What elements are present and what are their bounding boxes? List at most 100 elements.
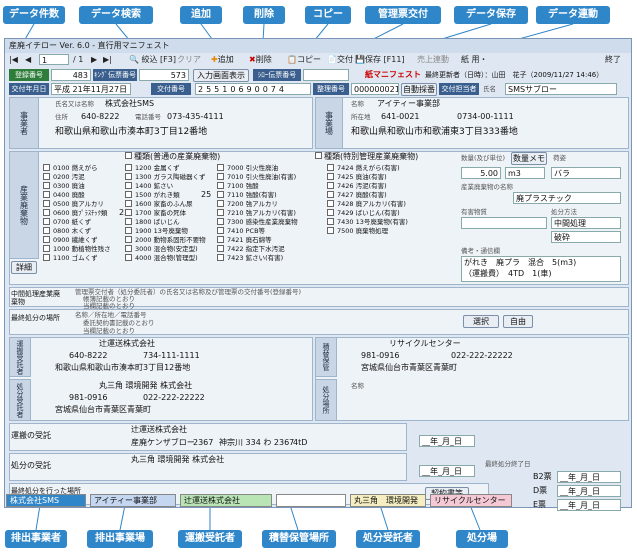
shiro-no[interactable]	[303, 69, 349, 81]
store-tel[interactable]: 022-222-22222	[451, 351, 513, 361]
waste-type-checkbox[interactable]	[327, 200, 334, 207]
d-date[interactable]: __年_月_日	[557, 485, 621, 497]
waste-type-checkbox[interactable]	[43, 254, 50, 261]
nav-next-icon[interactable]: ▶	[91, 53, 97, 67]
waste-type-checkbox[interactable]	[125, 173, 132, 180]
unit-field[interactable]: m3	[505, 167, 545, 179]
waste-type-checkbox[interactable]	[125, 236, 132, 243]
waste-type-checkbox[interactable]	[217, 191, 224, 198]
waste-type-checkbox[interactable]	[125, 164, 132, 171]
site-tel[interactable]: 0734-00-1111	[457, 112, 514, 122]
store-zip[interactable]: 981-0916	[361, 351, 400, 361]
method-field-2[interactable]: 破砕	[551, 231, 621, 243]
waste-type-checkbox[interactable]	[327, 182, 334, 189]
receipt-transport-line1[interactable]: 辻運送株式会社	[131, 425, 187, 435]
seiri-field[interactable]: 000000021	[351, 83, 399, 95]
waste-type-checkbox[interactable]	[217, 209, 224, 216]
waste-type-checkbox[interactable]	[43, 209, 50, 216]
issue-person-field[interactable]: SMSサブロー	[505, 83, 617, 95]
site-name[interactable]: アイティー事業部	[377, 99, 440, 109]
waste-type-checkbox[interactable]	[43, 191, 50, 198]
waste-type-checkbox[interactable]	[43, 200, 50, 207]
waste-type-checkbox[interactable]	[327, 164, 334, 171]
receipt-transport-date[interactable]: __年_月_日	[419, 435, 475, 447]
store-name[interactable]: リサイクルセンター	[389, 339, 461, 349]
receipt-transport-plate[interactable]: 神宗川 334 わ 2367	[219, 438, 294, 448]
nav-prev-icon[interactable]: ◀	[25, 53, 31, 67]
waste-type-checkbox[interactable]	[327, 209, 334, 216]
carrier-tel[interactable]: 734-111-1111	[143, 351, 200, 361]
waste-type-checkbox[interactable]	[217, 173, 224, 180]
form-field[interactable]: バラ	[551, 167, 621, 179]
page-number-input[interactable]: 1	[39, 54, 69, 65]
receipt-disposal-line1[interactable]: 丸三角 環境開発 株式会社	[131, 455, 224, 465]
disposal-address[interactable]: 宮城県仙台市青葉区青葉町	[55, 405, 151, 415]
waste-type-checkbox[interactable]	[43, 173, 50, 180]
waste-type-checkbox[interactable]	[327, 218, 334, 225]
input-screen-button[interactable]: 入力画面表示	[193, 69, 249, 82]
site-address[interactable]: 和歌山県和歌山市和歌浦東3丁目333番地	[351, 127, 518, 137]
waste-type-checkbox[interactable]	[327, 227, 334, 234]
king-no[interactable]: 573	[139, 69, 189, 81]
waste-type-checkbox[interactable]	[327, 173, 334, 180]
waste-type-checkbox[interactable]	[125, 191, 132, 198]
exit-button[interactable]: 終了	[605, 53, 621, 67]
waste-type-checkbox[interactable]	[125, 182, 132, 189]
waste-type-checkbox[interactable]	[43, 227, 50, 234]
carrier-zip[interactable]: 640-8222	[69, 351, 108, 361]
final-opt2[interactable]: 当欄記載のとおり	[83, 326, 135, 336]
waste-type-checkbox[interactable]	[217, 254, 224, 261]
nav-first-icon[interactable]: |◀	[9, 53, 18, 67]
receipt-transport-driver[interactable]: 産廃ケンザブロー	[131, 438, 195, 448]
issue-no-field[interactable]: 25510690074	[195, 83, 311, 95]
waste-type-qty[interactable]: 25	[201, 190, 211, 200]
waste-type-checkbox[interactable]	[217, 227, 224, 234]
detail-button[interactable]: 詳細	[11, 261, 37, 274]
final-select-button[interactable]: 選択	[463, 315, 499, 328]
waste-type-checkbox[interactable]	[217, 218, 224, 225]
waste-type-checkbox[interactable]	[125, 254, 132, 261]
waste-type-checkbox[interactable]	[125, 209, 132, 216]
waste-type-checkbox[interactable]	[217, 200, 224, 207]
clear-button[interactable]: クリア	[177, 53, 201, 67]
waste-name-field[interactable]: 廃プラスチック	[513, 192, 621, 204]
waste-type-checkbox[interactable]	[217, 182, 224, 189]
note-field[interactable]: がれき 廃プラ 混合 5(m3) （運搬費） 4TD 1(車)	[461, 256, 621, 282]
method-field-1[interactable]: 中間処理	[551, 217, 621, 229]
disposal-name[interactable]: 丸三角 環境開発 株式会社	[99, 381, 192, 391]
final-free-button[interactable]: 自由	[503, 315, 533, 328]
site-zip[interactable]: 641-0021	[381, 112, 420, 122]
copy-button[interactable]: 📋コピー	[287, 53, 321, 67]
waste-type-checkbox[interactable]	[43, 218, 50, 225]
nav-last-icon[interactable]: ▶|	[103, 53, 112, 67]
e-date[interactable]: __年_月_日	[557, 499, 621, 511]
auto-number-button[interactable]: 自動採番	[401, 83, 437, 96]
receipt-transport-truck[interactable]: 4tD	[293, 438, 307, 448]
carrier-name[interactable]: 辻運送株式会社	[99, 339, 155, 349]
b2-date[interactable]: __年_月_日	[557, 471, 621, 483]
disposal-tel[interactable]: 022-222-22222	[143, 393, 205, 403]
search-button[interactable]: 🔍 絞込 [F3]	[129, 53, 176, 67]
waste-type-checkbox[interactable]	[43, 236, 50, 243]
waste-type-checkbox[interactable]	[125, 245, 132, 252]
sales-link-button[interactable]: 売上連動	[417, 53, 449, 67]
issue-button[interactable]: 📄交付	[327, 53, 353, 67]
issue-date-field[interactable]: 平成 21年11月27日	[51, 83, 131, 95]
delete-button[interactable]: ✖削除	[249, 53, 272, 67]
receipt-transport-no[interactable]: 2367	[193, 438, 213, 448]
harm-field[interactable]	[461, 217, 547, 229]
add-button[interactable]: ✚追加	[211, 53, 234, 67]
waste-type-checkbox[interactable]	[217, 236, 224, 243]
waste-type-checkbox[interactable]	[125, 200, 132, 207]
receipt-disposal-date[interactable]: __年_月_日	[419, 465, 475, 477]
waste-type-checkbox[interactable]	[43, 164, 50, 171]
disposal-zip[interactable]: 981-0916	[69, 393, 108, 403]
emitter-tel[interactable]: 073-435-4111	[167, 112, 224, 122]
save-button[interactable]: 💾保存 [F11]	[355, 53, 405, 67]
waste-type-checkbox[interactable]	[217, 245, 224, 252]
waste-type-checkbox[interactable]	[125, 227, 132, 234]
emitter-zip[interactable]: 640-8222	[81, 112, 120, 122]
waste-type-checkbox[interactable]	[43, 182, 50, 189]
emitter-address[interactable]: 和歌山県和歌山市湊本町3丁目12番地	[55, 127, 207, 137]
store-address[interactable]: 宮城県仙台市青葉区青葉町	[361, 363, 457, 373]
